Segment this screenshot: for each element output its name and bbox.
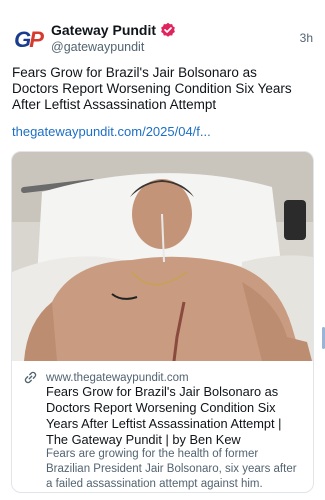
- preview-domain: www.thegatewaypundit.com: [46, 371, 189, 384]
- link-chain-icon: [23, 370, 38, 385]
- verified-badge-icon: [160, 22, 176, 38]
- author-name-row: Gateway Pundit: [51, 22, 176, 38]
- avatar-logo-text: GP: [14, 27, 44, 52]
- post-text: Fears Grow for Brazil's Jair Bolsonaro a…: [12, 65, 292, 112]
- social-post: GP Gateway Pundit @gatewaypundit 3h Fear…: [0, 0, 325, 500]
- author-avatar[interactable]: GP: [12, 24, 44, 56]
- author-handle[interactable]: @gatewaypundit: [51, 40, 144, 54]
- post-timestamp[interactable]: 3h: [300, 31, 313, 45]
- author-name[interactable]: Gateway Pundit: [51, 22, 156, 38]
- post-link[interactable]: thegatewaypundit.com/2025/04/f...: [12, 124, 211, 139]
- preview-domain-row: www.thegatewaypundit.com: [23, 370, 189, 385]
- preview-image[interactable]: [12, 152, 313, 361]
- post-header: GP Gateway Pundit @gatewaypundit 3h: [12, 22, 315, 58]
- preview-title[interactable]: Fears Grow for Brazil's Jair Bolsonaro a…: [46, 384, 304, 448]
- preview-description: Fears are growing for the health of form…: [46, 448, 297, 490]
- link-preview-card[interactable]: www.thegatewaypundit.com Fears Grow for …: [11, 151, 314, 493]
